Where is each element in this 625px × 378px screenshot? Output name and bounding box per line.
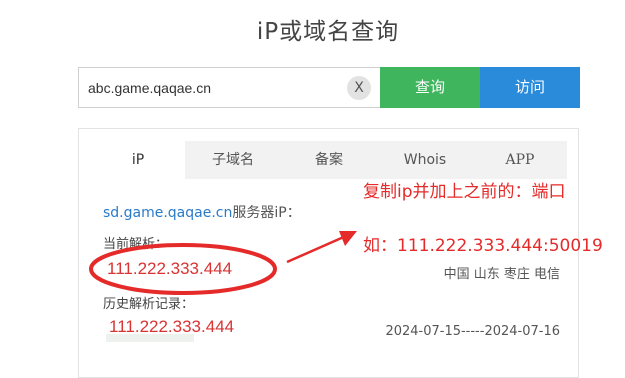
tab-whois[interactable]: Whois xyxy=(377,141,473,179)
domain-link[interactable]: sd.game.qaqae.cn xyxy=(103,205,232,221)
server-ip-label: 服务器iP： xyxy=(232,205,301,221)
search-bar: X 查询 访问 xyxy=(78,67,580,108)
annotation-instruction: 复制ip并加上之前的：端口 xyxy=(363,182,566,202)
page-title: iP或域名查询 xyxy=(256,19,400,45)
tab-ip[interactable]: iP xyxy=(91,141,185,179)
tab-subdomain[interactable]: 子域名 xyxy=(185,141,281,179)
annotation-example: 如：111.222.333.444:50019 xyxy=(363,236,603,256)
ip-location: 中国 山东 枣庄 电信 xyxy=(443,267,560,282)
search-input[interactable] xyxy=(78,67,380,108)
server-ip-heading: sd.game.qaqae.cn服务器iP： xyxy=(103,202,301,222)
tab-app[interactable]: APP xyxy=(473,141,567,179)
tab-record[interactable]: 备案 xyxy=(281,141,377,179)
current-resolution-label: 当前解析： xyxy=(103,237,169,252)
history-date-range: 2024-07-15-----2024-07-16 xyxy=(385,324,560,339)
tabs-bar: iP 子域名 备案 Whois APP xyxy=(91,141,567,179)
query-button[interactable]: 查询 xyxy=(380,67,480,108)
visit-button[interactable]: 访问 xyxy=(480,67,580,108)
clear-icon[interactable]: X xyxy=(347,76,371,100)
current-ip-value: 111.222.333.444 xyxy=(107,259,233,278)
history-label: 历史解析记录： xyxy=(103,297,195,312)
history-ip-value: 111.222.333.444 xyxy=(109,317,235,336)
